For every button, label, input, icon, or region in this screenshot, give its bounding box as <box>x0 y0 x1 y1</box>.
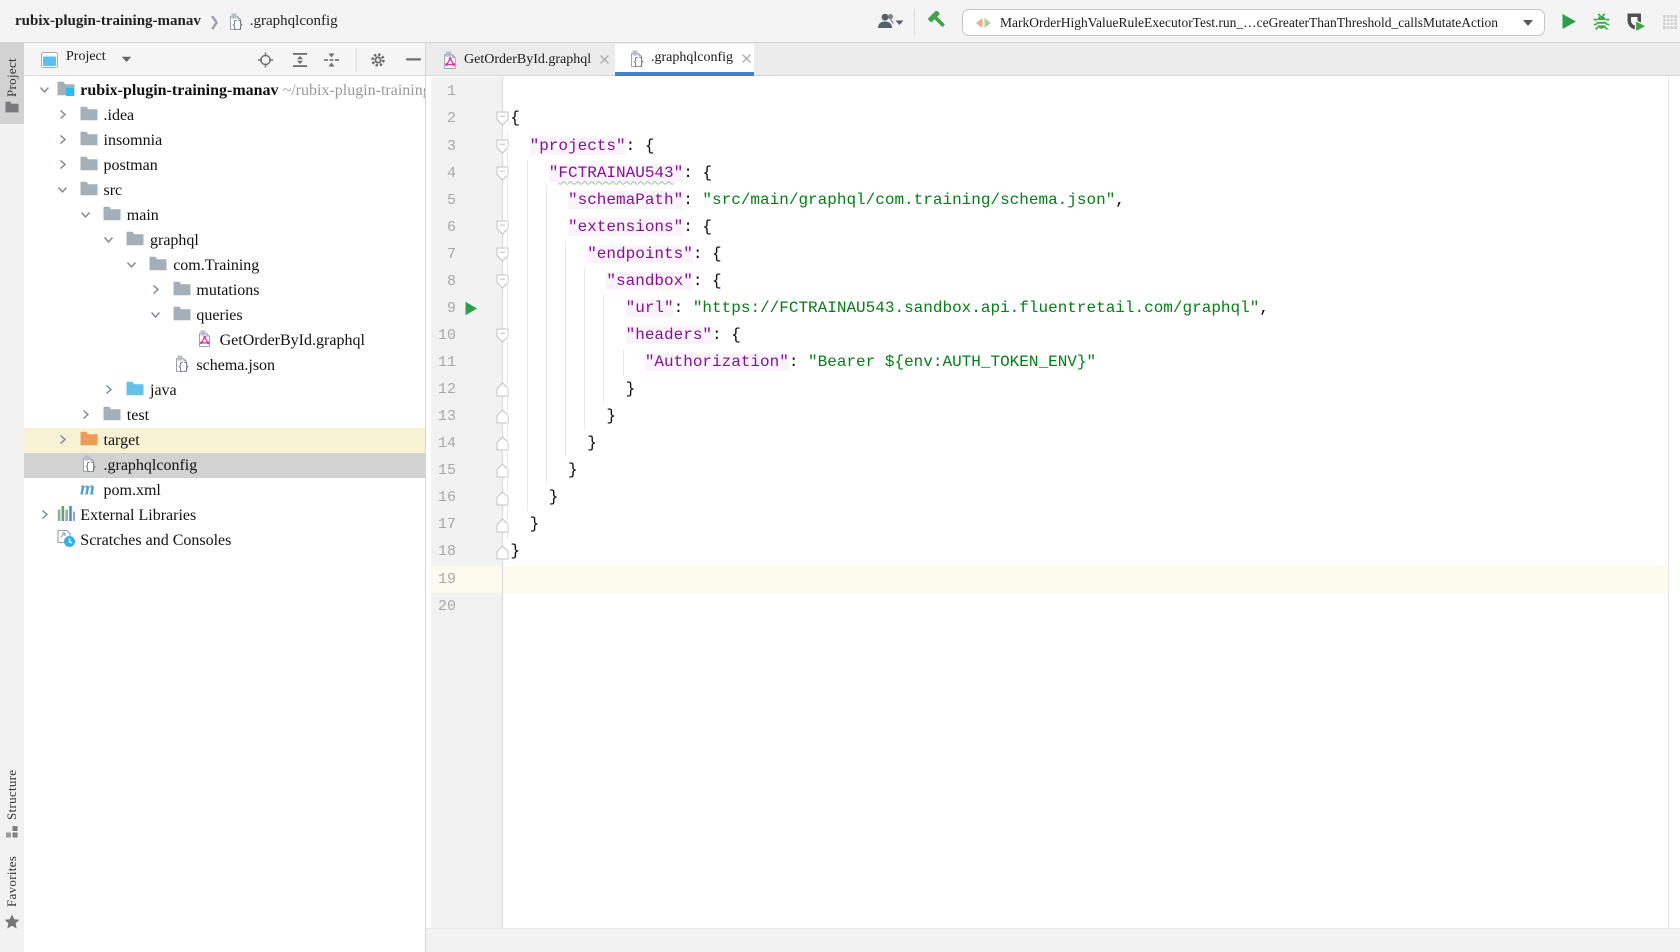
svg-text:{}: {} <box>84 461 96 472</box>
svg-text:{}: {} <box>633 56 645 67</box>
svg-text:{}: {} <box>177 361 189 372</box>
svg-text:{}: {} <box>231 20 243 31</box>
svg-text:m: m <box>80 479 95 497</box>
